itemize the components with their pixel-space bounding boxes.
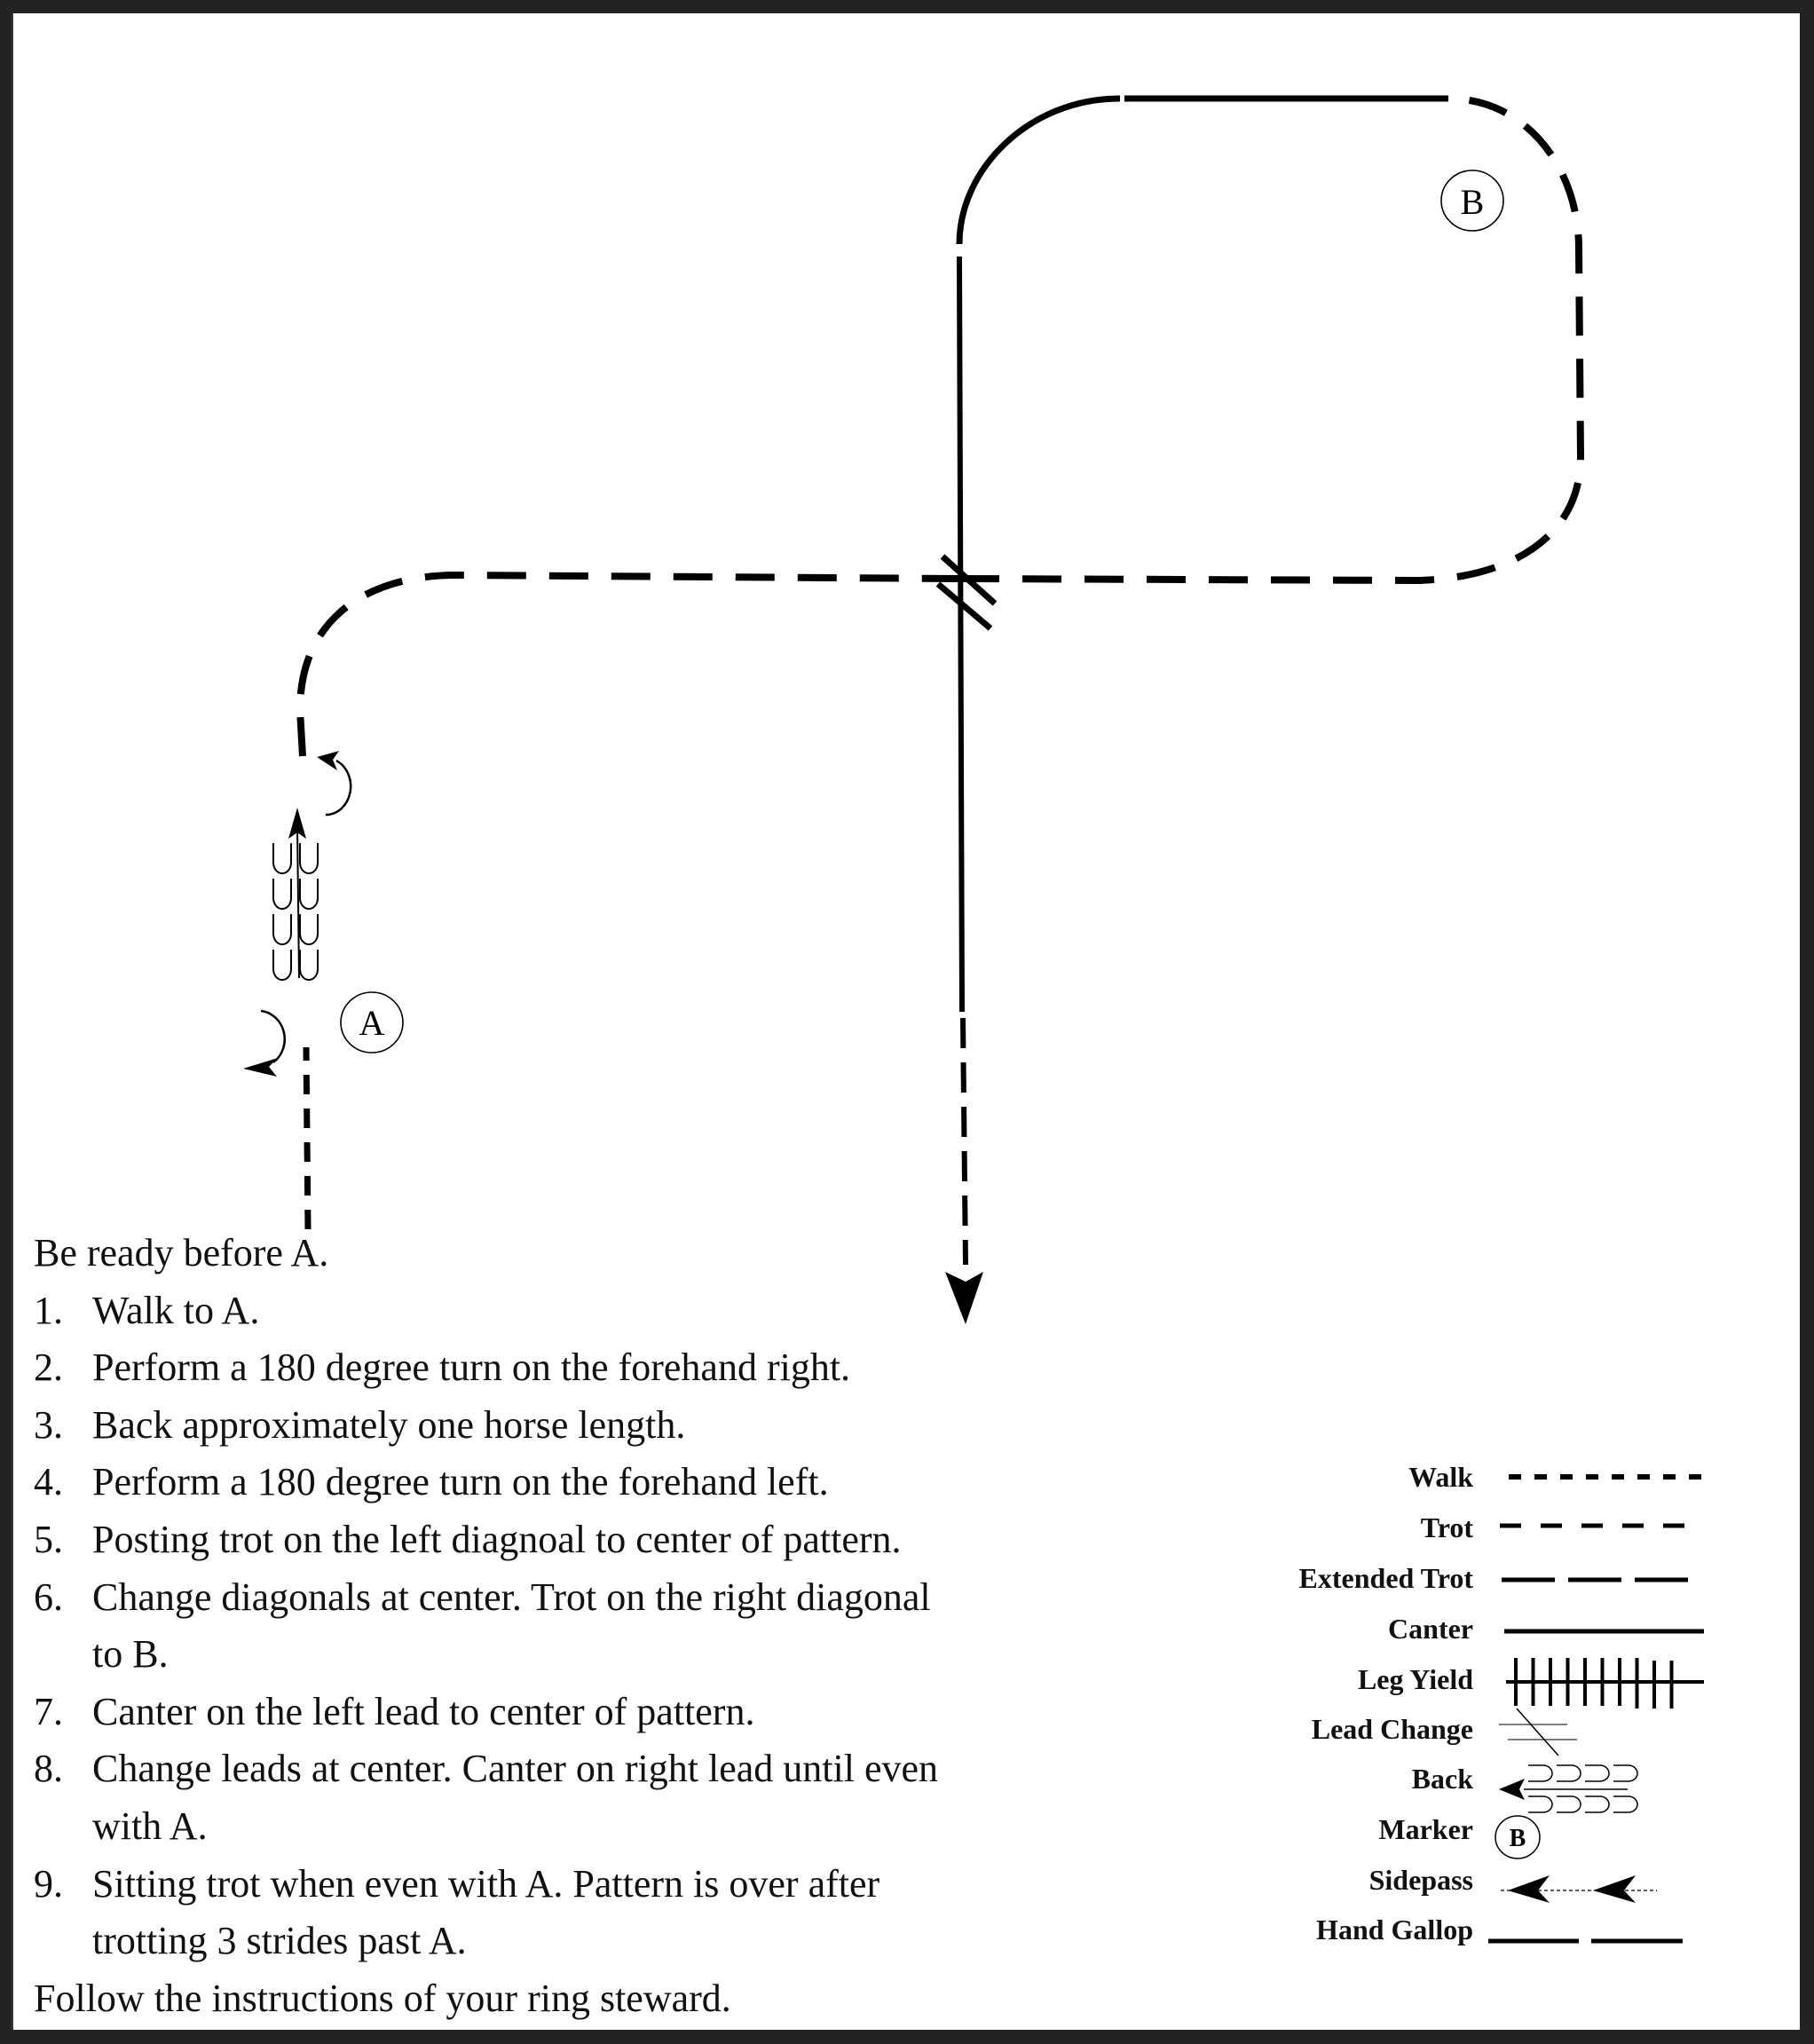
instruction-step: 1. Walk to A.: [34, 1282, 1205, 1340]
hoof-print: [299, 914, 319, 945]
step-text: with A.: [92, 1803, 208, 1848]
hoof-print: [1557, 1764, 1581, 1782]
step-text: Perform a 180 degree turn on the forehan…: [92, 1346, 851, 1390]
hoof-print: [299, 950, 319, 981]
legend-label-canter: Canter: [1388, 1613, 1473, 1645]
legend-sidepass-symbol: [1501, 1875, 1657, 1903]
step-number: 8.: [34, 1747, 63, 1791]
posting-trot-left-path: [296, 571, 961, 757]
step-number: 5.: [34, 1517, 63, 1561]
legend-symbols: B: [1488, 1474, 1708, 1944]
hoof-print: [1613, 1764, 1638, 1782]
hoof-print: [299, 843, 319, 874]
step-text: Change diagonals at center. Trot on the …: [92, 1574, 931, 1619]
legend-lead-change-symbol: [1499, 1708, 1577, 1756]
step-number: 3.: [34, 1402, 63, 1447]
instructions-intro: Be ready before A.: [34, 1231, 329, 1275]
legend-marker-symbol: B: [1495, 1815, 1541, 1859]
legend-label-back: Back: [1411, 1763, 1473, 1795]
step-text: Back approximately one horse length.: [92, 1402, 686, 1447]
instruction-step: 6. Change diagonals at center. Trot on th…: [34, 1569, 1205, 1627]
instruction-step: 8. Change leads at center. Canter on righ…: [34, 1740, 1205, 1798]
instruction-step: 4. Perform a 180 degree turn on the foreh…: [34, 1454, 1205, 1511]
legend-label-sidepass: Sidepass: [1368, 1864, 1473, 1896]
step-number: 2.: [34, 1346, 63, 1390]
instructions-outro: Follow the instructions of your ring ste…: [34, 1976, 731, 2020]
hoof-print: [1528, 1795, 1553, 1813]
step-text: trotting 3 strides past A.: [92, 1919, 467, 1963]
legend-back-symbol: [1499, 1764, 1638, 1813]
legend-label-leg-yield: Leg Yield: [1357, 1663, 1473, 1695]
legend-label-hand-gallop: Hand Gallop: [1316, 1914, 1473, 1945]
canter-arc-path: [956, 95, 1121, 245]
step-text: Walk to A.: [92, 1288, 260, 1332]
hoof-print: [299, 879, 319, 910]
instruction-step-continuation: with A.: [34, 1798, 1205, 1856]
step-number: 9.: [34, 1861, 63, 1906]
legend-label-trot: Trot: [1420, 1511, 1473, 1543]
step-number: 7.: [34, 1689, 63, 1733]
legend-label-extended-trot: Extended Trot: [1298, 1562, 1473, 1594]
instruction-step: 5. Posting trot on the left diagnoal to c…: [34, 1511, 1205, 1569]
instruction-steps: 1. Walk to A. 2. Perform a 180 degree turn …: [34, 1282, 1205, 1970]
turn-forehand-left-icon: [317, 751, 352, 817]
hoof-print: [1557, 1795, 1581, 1813]
canter-center-path: [957, 256, 965, 1013]
instruction-step-continuation: trotting 3 strides past A.: [34, 1913, 1205, 1970]
step-number: 4.: [34, 1460, 63, 1504]
hoof-print: [1528, 1764, 1553, 1782]
hoof-print: [272, 914, 292, 945]
legend-marker-label: B: [1510, 1825, 1526, 1852]
walk-path: [303, 1046, 312, 1230]
step-text: Sitting trot when even with A. Pattern i…: [92, 1861, 880, 1906]
instruction-step-continuation: to B.: [34, 1626, 1205, 1684]
legend-label-lead-change: Lead Change: [1311, 1713, 1473, 1745]
step-number: 6.: [34, 1574, 63, 1619]
instruction-step: 3. Back approximately one horse length.: [34, 1397, 1205, 1455]
back-icon: [272, 808, 319, 981]
back-arrow-shaft: [296, 825, 300, 979]
hoof-print: [272, 843, 292, 874]
hoof-print: [272, 879, 292, 910]
instruction-step: 2. Perform a 180 degree turn on the foreh…: [34, 1339, 1205, 1397]
lead-change-marks: [935, 554, 998, 631]
step-number: 1.: [34, 1288, 63, 1332]
hoof-print: [1585, 1795, 1610, 1813]
turn-forehand-right-icon: [243, 1009, 286, 1077]
step-text: Posting trot on the left diagnoal to cen…: [92, 1517, 902, 1561]
instruction-step: 9. Sitting trot when even with A. Pattern…: [34, 1856, 1205, 1914]
step-text: Change leads at center. Canter on right …: [92, 1747, 939, 1791]
step-text: Perform a 180 degree turn on the forehan…: [92, 1460, 829, 1504]
marker-b-label: B: [1461, 182, 1485, 222]
legend-leg-yield-line: [1506, 1658, 1704, 1709]
hoof-print: [272, 950, 292, 981]
marker-a-label: A: [359, 1003, 385, 1043]
marker-a: A: [340, 991, 404, 1054]
step-text: Canter on the left lead to center of pat…: [92, 1689, 755, 1733]
marker-b: B: [1440, 170, 1504, 232]
hoof-print: [1613, 1795, 1638, 1813]
instructions: Be ready before A. 1. Walk to A. 2. Perform…: [34, 1225, 1205, 2027]
step-text: to B.: [92, 1632, 169, 1677]
legend-label-marker: Marker: [1378, 1813, 1473, 1845]
legend-label-walk: Walk: [1408, 1461, 1473, 1493]
instruction-step: 7. Canter on the left lead to center of p…: [34, 1684, 1205, 1741]
trot-right-diagonal-path: [959, 95, 1585, 585]
hoof-print: [1585, 1764, 1610, 1782]
